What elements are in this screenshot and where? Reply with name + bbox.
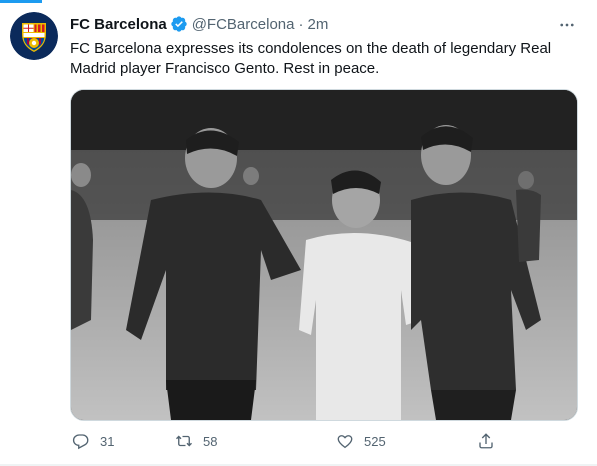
reply-count: 31 xyxy=(100,433,115,449)
author-handle[interactable]: @FCBarcelona xyxy=(192,16,295,33)
more-button[interactable] xyxy=(556,14,578,36)
tweet-header: FC Barcelona @FCBarcelona · 2m xyxy=(70,13,567,35)
retweet-button[interactable]: 58 xyxy=(175,428,217,454)
like-button[interactable]: 525 xyxy=(336,428,386,454)
heart-icon xyxy=(337,435,353,449)
reply-button[interactable]: 31 xyxy=(72,428,114,454)
author-name[interactable]: FC Barcelona xyxy=(70,16,167,33)
photo-black-and-white-players-image xyxy=(71,90,577,420)
fc-barcelona-crest-icon xyxy=(10,12,58,60)
share-icon xyxy=(479,433,493,449)
more-horizontal-icon xyxy=(560,23,574,27)
separator-dot: · xyxy=(298,15,304,33)
timestamp[interactable]: 2m xyxy=(307,16,328,33)
retweet-count: 58 xyxy=(203,433,218,449)
retweet-icon xyxy=(176,435,192,447)
tweet-card[interactable]: FC Barcelona @FCBarcelona · 2m FC Barcel… xyxy=(0,0,597,464)
share-button[interactable] xyxy=(477,428,495,454)
reply-icon xyxy=(72,434,89,450)
tweet-photo[interactable] xyxy=(70,89,578,421)
avatar[interactable] xyxy=(10,12,58,60)
tweet-actions: 31 58 525 xyxy=(70,428,576,454)
tweet-text: FC Barcelona expresses its condolences o… xyxy=(70,40,552,77)
verified-badge-icon xyxy=(171,16,187,32)
like-count: 525 xyxy=(364,433,386,449)
